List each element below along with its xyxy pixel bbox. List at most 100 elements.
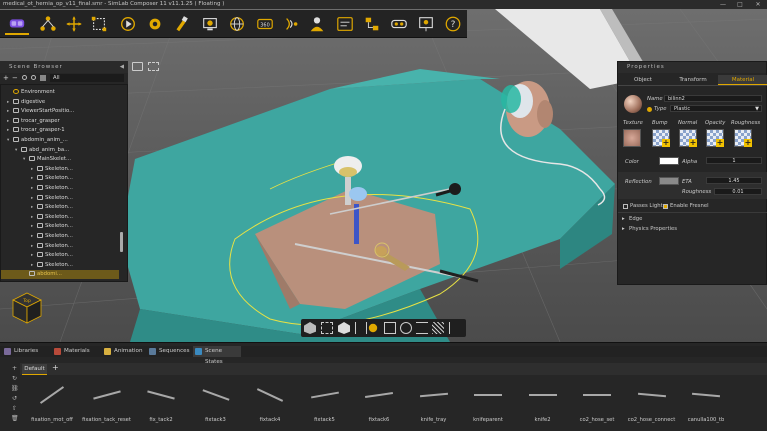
tab-object[interactable]: Object (618, 75, 668, 85)
vr-viewer-icon[interactable] (387, 13, 411, 35)
tree-item[interactable]: ▸ trocar_grasper (1, 117, 119, 126)
normal-slot[interactable]: + (679, 129, 697, 147)
wireframe-icon[interactable] (355, 322, 367, 334)
globe-icon[interactable] (225, 13, 249, 35)
scene-state-item[interactable]: fix_tack2 (133, 378, 189, 428)
view-cube-icon[interactable] (304, 322, 316, 334)
pattern-icon[interactable] (432, 322, 444, 334)
orbit-icon[interactable] (400, 322, 412, 334)
grid-icon[interactable] (449, 322, 461, 334)
tree-item[interactable]: ▾ abd_anim_ba... (1, 146, 119, 155)
simulation-icon[interactable] (143, 13, 167, 35)
eye-icon[interactable] (22, 75, 27, 80)
alpha-field[interactable]: 1 (706, 157, 762, 164)
tree-item[interactable]: ▾ MainSkelet... (1, 155, 119, 164)
refresh-icon[interactable]: ↻ (11, 375, 18, 382)
material-preview-sphere[interactable] (624, 95, 642, 113)
scene-state-item[interactable]: canulla100_tb (678, 378, 734, 428)
tree-item[interactable]: ▸ Skeleton... (1, 242, 119, 251)
vr-headset-icon[interactable] (5, 13, 29, 35)
scene-tree-scrollbar[interactable] (120, 232, 123, 252)
tree-item[interactable]: ▸ trocar_grasper-1 (1, 126, 119, 135)
tab-transform[interactable]: Transform (668, 75, 718, 85)
workflow-icon[interactable] (333, 13, 357, 35)
tree-item[interactable]: ▸ Skeleton... (1, 194, 119, 203)
add-node-button[interactable]: + (3, 74, 9, 82)
tree-item[interactable]: ▾ abdomin_anim_... (1, 136, 119, 145)
scene-state-item[interactable]: knife2 (515, 378, 571, 428)
roughness-field[interactable]: 0.01 (714, 188, 762, 195)
frame-select-icon[interactable] (148, 62, 159, 71)
export-icon[interactable]: ⇧ (11, 405, 18, 412)
tab-animation[interactable]: Animation (102, 346, 145, 357)
tab-default[interactable]: Default (22, 364, 47, 375)
physics-properties-section[interactable]: Physics Properties (629, 226, 677, 232)
tab-material[interactable]: Material (718, 75, 767, 85)
add-state-button[interactable]: + (52, 363, 59, 372)
scene-state-item[interactable]: fixtack3 (188, 378, 244, 428)
user-avatar-icon[interactable] (305, 13, 329, 35)
enable-fresnel-checkbox[interactable] (663, 204, 668, 209)
tab-sequences[interactable]: Sequences (147, 346, 191, 357)
tree-item[interactable]: ▸ digestive (1, 98, 119, 107)
opacity-slot[interactable]: + (706, 129, 724, 147)
panorama-360-icon[interactable]: 360 (253, 13, 277, 35)
diagram-icon[interactable] (360, 13, 384, 35)
roughness-slot[interactable]: + (734, 129, 752, 147)
delete-icon[interactable]: 🗑 (11, 415, 19, 422)
tree-item[interactable]: ▸ Skeleton... (1, 203, 119, 212)
presentation-icon[interactable] (414, 13, 438, 35)
tab-libraries[interactable]: Libraries (2, 346, 50, 357)
zoom-extents-icon[interactable] (384, 322, 396, 334)
tree-item[interactable]: abdomi... (1, 270, 119, 279)
scene-state-item[interactable]: co2_hose_connect (624, 378, 680, 428)
filter-icon[interactable] (40, 75, 46, 81)
wifi-icon[interactable] (416, 322, 428, 334)
material-name-field[interactable]: bilinn2 (664, 95, 762, 102)
camera-icon[interactable] (132, 62, 143, 71)
scene-tree[interactable]: Environment ▸ digestive ▸ ViewerStartPositio… (0, 84, 128, 282)
tree-item[interactable]: ▸ Skeleton... (1, 213, 119, 222)
tree-item[interactable]: ▸ Skeleton... (1, 174, 119, 183)
edge-expand-icon[interactable]: ▸ (622, 216, 625, 222)
physics-expand-icon[interactable]: ▸ (622, 226, 625, 232)
scene-state-item[interactable]: co2_hose_set (569, 378, 625, 428)
help-icon[interactable]: ? (441, 13, 465, 35)
animation-icon[interactable] (116, 13, 140, 35)
maximize-button[interactable]: □ (733, 0, 747, 9)
close-button[interactable]: ✕ (751, 0, 765, 9)
tree-item[interactable]: ▸ Skeleton... (1, 184, 119, 193)
tree-item[interactable]: ▸ Skeleton... (1, 222, 119, 231)
tree-item[interactable]: ▸ Skeleton... (1, 261, 119, 270)
scene-filter-select[interactable]: All (50, 74, 124, 82)
eta-field[interactable]: 1.45 (706, 177, 762, 184)
bump-slot[interactable]: + (652, 129, 670, 147)
passes-light-checkbox[interactable] (623, 204, 628, 209)
select-region-icon[interactable] (321, 322, 333, 334)
material-type-select[interactable]: Plastic ▼ (670, 105, 762, 112)
navigation-cube[interactable]: Top (10, 291, 44, 325)
search-icon[interactable] (31, 75, 36, 80)
scene-nodes-icon[interactable] (36, 13, 60, 35)
tree-item[interactable]: Environment (1, 88, 119, 97)
scene-state-item[interactable]: fixation_tack_reset (79, 378, 135, 428)
collapse-panel-icon[interactable]: ◀ (120, 61, 125, 73)
move-tool-icon[interactable] (62, 13, 86, 35)
sensor-icon[interactable] (280, 13, 304, 35)
color-swatch[interactable] (659, 157, 679, 165)
texture-slot[interactable] (623, 129, 641, 147)
scene-state-item[interactable]: fixtack5 (297, 378, 353, 428)
tree-item[interactable]: ▸ ViewerStartPositio... (1, 107, 119, 116)
reflection-color-swatch[interactable] (659, 177, 679, 185)
edge-section[interactable]: Edge (629, 216, 642, 222)
solid-view-icon[interactable] (338, 322, 350, 334)
scene-state-item[interactable]: knife_tray (406, 378, 462, 428)
light-icon[interactable] (368, 323, 378, 333)
tree-item[interactable]: ▸ Skeleton... (1, 232, 119, 241)
render-icon[interactable] (198, 13, 222, 35)
update-icon[interactable]: ↺ (11, 395, 18, 402)
tree-item[interactable]: ▸ Skeleton... (1, 165, 119, 174)
minimize-button[interactable]: — (716, 0, 730, 9)
scene-state-item[interactable]: fixtack4 (242, 378, 298, 428)
link-icon[interactable]: ⛓ (11, 385, 19, 392)
